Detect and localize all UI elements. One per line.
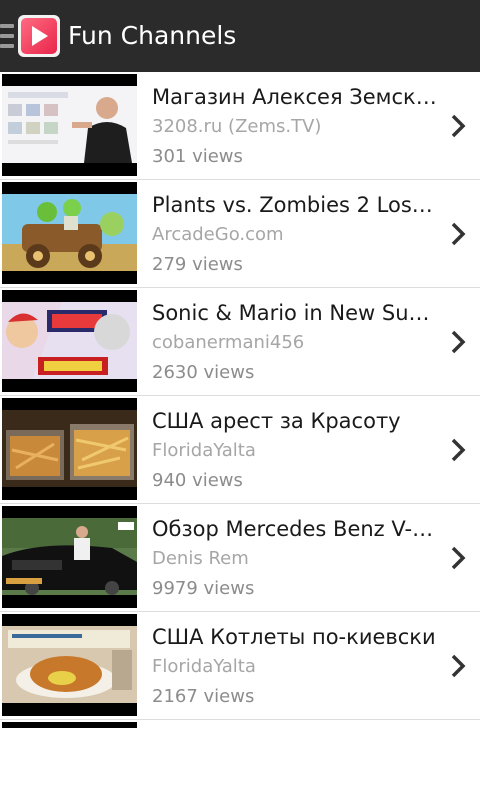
chevron-right-icon (451, 222, 466, 246)
video-views: 2167 views (152, 686, 255, 707)
play-icon (21, 18, 57, 54)
chevron-right-icon (451, 114, 466, 138)
video-channel: ArcadeGo.com (152, 224, 284, 245)
video-views: 301 views (152, 146, 243, 167)
video-row[interactable]: США арест за Красоту FloridaYalta 940 vi… (0, 396, 480, 504)
video-thumbnail (2, 290, 137, 392)
video-channel: Denis Rem (152, 548, 249, 569)
video-row[interactable]: Plants vs. Zombies 2 Lost City ArcadeGo.… (0, 180, 480, 288)
video-views: 940 views (152, 470, 243, 491)
video-channel: 3208.ru (Zems.TV) (152, 116, 322, 137)
video-views: 2630 views (152, 362, 255, 383)
video-channel: cobanermani456 (152, 332, 305, 353)
video-thumbnail (2, 182, 137, 284)
app-bar: Fun Channels (0, 0, 480, 72)
video-thumbnail (2, 614, 137, 716)
video-views: 9979 views (152, 578, 255, 599)
video-list: Магазин Алексея Земскова 3208.ru (Zems.T… (0, 72, 480, 728)
video-title: Обзор Mercedes Benz V-Klasse (152, 517, 438, 541)
video-row[interactable]: США Котлеты по-киевски FloridaYalta 2167… (0, 612, 480, 720)
video-thumbnail (2, 398, 137, 500)
video-channel: FloridaYalta (152, 440, 256, 461)
app-logo[interactable] (18, 15, 60, 57)
video-thumbnail (2, 722, 137, 728)
chevron-right-icon (451, 654, 466, 678)
video-title: США Котлеты по-киевски (152, 625, 436, 649)
video-title: Магазин Алексея Земскова (152, 85, 438, 109)
video-title: Sonic & Mario in New Super Mario Bros (152, 301, 438, 325)
video-title: США арест за Красоту (152, 409, 401, 433)
video-row-partial[interactable] (0, 720, 480, 728)
menu-icon[interactable] (0, 24, 14, 48)
video-thumbnail (2, 74, 137, 176)
video-row[interactable]: Sonic & Mario in New Super Mario Bros co… (0, 288, 480, 396)
app-title: Fun Channels (68, 21, 237, 50)
chevron-right-icon (451, 438, 466, 462)
chevron-right-icon (451, 546, 466, 570)
video-row[interactable]: Обзор Mercedes Benz V-Klasse Denis Rem 9… (0, 504, 480, 612)
video-row[interactable]: Магазин Алексея Земскова 3208.ru (Zems.T… (0, 72, 480, 180)
chevron-right-icon (451, 330, 466, 354)
video-title: Plants vs. Zombies 2 Lost City (152, 193, 438, 217)
video-views: 279 views (152, 254, 243, 275)
video-channel: FloridaYalta (152, 656, 256, 677)
video-thumbnail (2, 506, 137, 608)
